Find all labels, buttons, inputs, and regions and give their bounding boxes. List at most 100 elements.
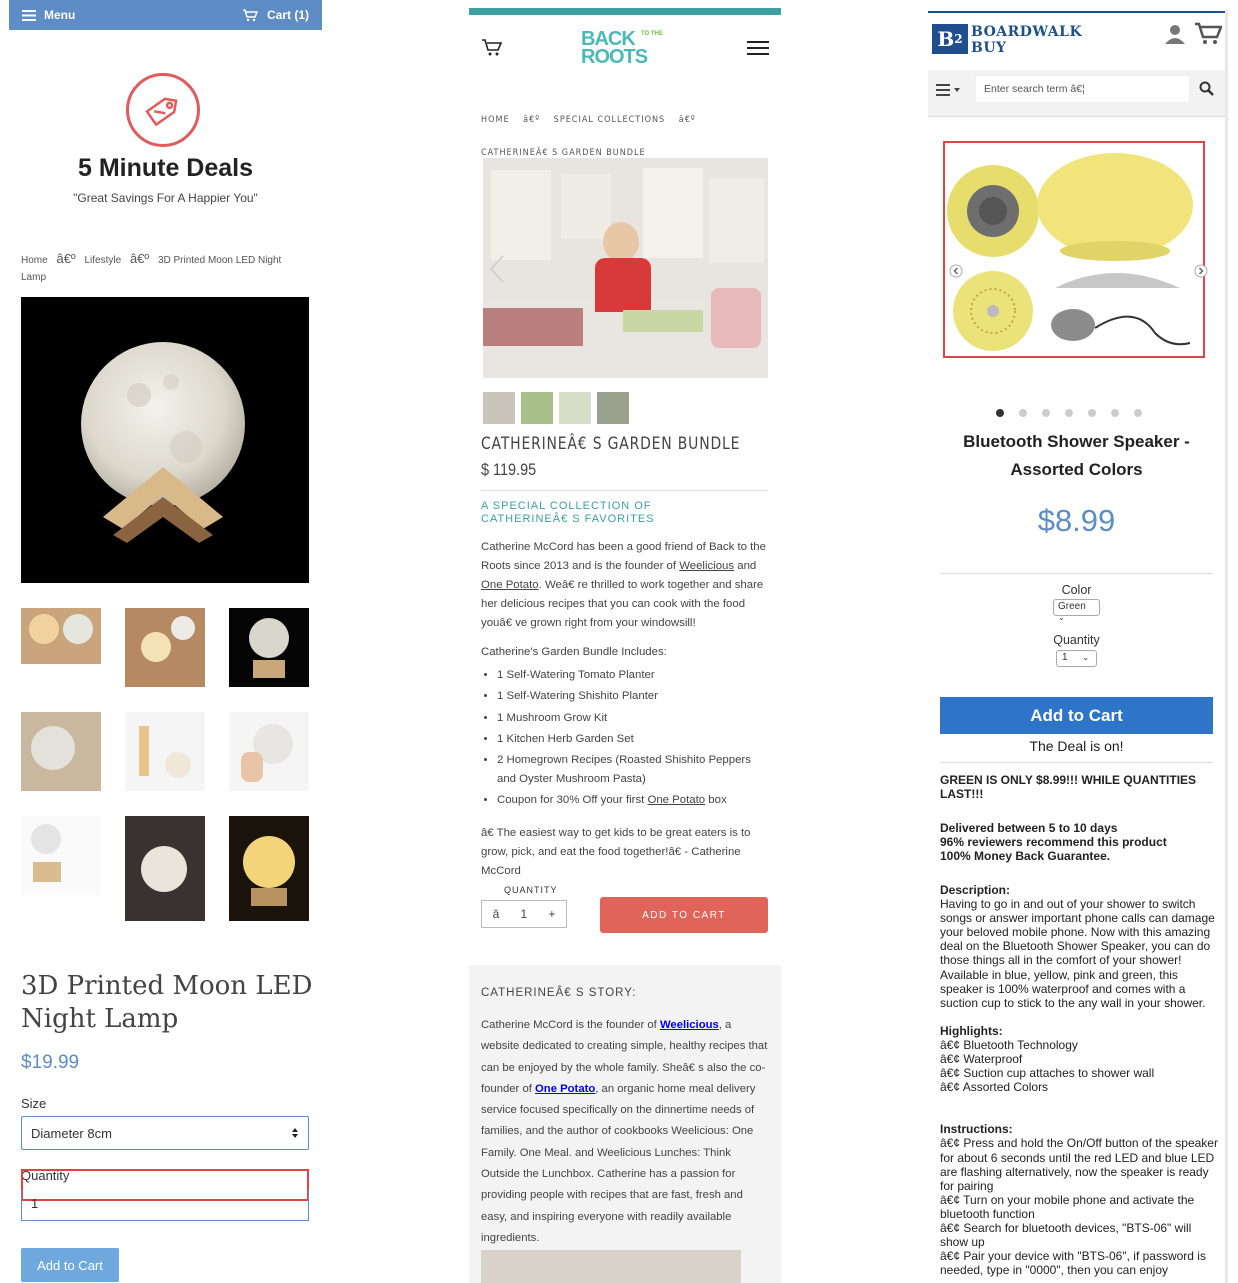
chevron-left-icon[interactable]	[489, 254, 505, 284]
thumbnail-4[interactable]	[21, 712, 101, 791]
thumbnail-1[interactable]	[483, 392, 515, 424]
scroll-edge	[1225, 10, 1228, 1283]
chevron-right-icon[interactable]	[1194, 264, 1208, 278]
search-icon[interactable]	[1199, 81, 1215, 97]
product-details: Description: Having to go in and out of y…	[940, 883, 1222, 1283]
chevron-down-icon: ⌄	[1082, 653, 1090, 662]
list-item: 2 Homegrown Recipes (Roasted Shishito Pe…	[497, 751, 773, 789]
thumbnail-2[interactable]	[125, 608, 205, 687]
carousel-dot[interactable]	[1111, 409, 1119, 417]
includes-heading: Catherine's Garden Bundle Includes:	[481, 646, 667, 658]
back-to-the-roots-panel: BACK TO THE ROOTS HOME â€º SPECIAL COLLE…	[469, 0, 781, 1283]
thumbnail-8[interactable]	[125, 816, 205, 921]
cart-icon[interactable]	[1194, 21, 1222, 45]
store-tagline: "Great Savings For A Happier You"	[73, 191, 258, 205]
size-select[interactable]: Diameter 8cm	[21, 1116, 309, 1150]
add-to-cart-button[interactable]: ADD TO CART	[600, 897, 768, 933]
product-title: 3D Printed Moon LED Night Lamp	[21, 971, 313, 1034]
weelicious-link[interactable]: Weelicious	[679, 560, 734, 572]
menu-button[interactable]: Menu	[22, 8, 75, 22]
quantity-stepper[interactable]: â 1 +	[481, 900, 567, 928]
delivery-info: Delivered between 5 to 10 days 96% revie…	[940, 821, 1167, 863]
search-bar: Enter search term â€¦	[928, 70, 1225, 117]
carousel-dot[interactable]	[996, 409, 1004, 417]
cart-icon[interactable]	[481, 38, 503, 58]
boardwalk-buy-panel: B2 BOARDWALK BUY Enter search term â€¦ B…	[928, 0, 1238, 1283]
breadcrumb-home[interactable]: HOME	[481, 115, 510, 125]
size-label: Size	[21, 1096, 47, 1111]
quantity-decrease[interactable]: â	[493, 907, 500, 921]
quantity-increase[interactable]: +	[548, 907, 555, 921]
search-input[interactable]: Enter search term â€¦	[975, 75, 1190, 103]
product-title: Bluetooth Shower Speaker - Assorted Colo…	[963, 432, 1190, 479]
thumbnail-1[interactable]	[21, 608, 101, 664]
quantity-label: Quantity	[1053, 633, 1100, 647]
story-image	[481, 1250, 741, 1283]
quantity-select[interactable]: 1 ⌄	[1056, 650, 1097, 667]
chevron-down-icon: ⌄	[1058, 613, 1065, 622]
thumbnail-7[interactable]	[21, 816, 101, 895]
carousel-dot[interactable]	[1065, 409, 1073, 417]
menu-label: Menu	[44, 8, 76, 22]
story-heading: CATHERINEÂ€ S STORY:	[481, 987, 637, 999]
logo-roots: ROOTS	[581, 46, 648, 68]
product-image[interactable]	[943, 141, 1205, 358]
carousel-dots	[996, 409, 1142, 417]
thumbnail-3[interactable]	[559, 392, 591, 424]
store-logo[interactable]	[126, 73, 200, 147]
one-potato-link[interactable]: One Potato	[647, 794, 705, 806]
shower-speaker-image	[947, 153, 1193, 351]
hamburger-icon[interactable]	[747, 41, 769, 55]
add-to-cart-button[interactable]: Add to Cart	[940, 697, 1213, 734]
hamburger-icon	[22, 9, 36, 21]
size-value: Diameter 8cm	[31, 1125, 112, 1141]
breadcrumb-lifestyle[interactable]: Lifestyle	[84, 255, 121, 266]
breadcrumb-home[interactable]: Home	[21, 255, 48, 266]
carousel-dot[interactable]	[1019, 409, 1027, 417]
quote: â€ The easiest way to get kids to be gre…	[481, 827, 751, 878]
thumbnail-6[interactable]	[229, 712, 309, 791]
cart-button[interactable]: Cart (1)	[242, 8, 309, 22]
quantity-input[interactable]: 1	[21, 1190, 309, 1221]
quantity-value[interactable]: 1	[520, 907, 527, 921]
thumbnail-3[interactable]	[229, 608, 309, 687]
list-item: 1 Self-Watering Tomato Planter	[497, 666, 773, 685]
carousel-dot[interactable]	[1134, 409, 1142, 417]
thumbnail-5[interactable]	[125, 712, 205, 791]
main-product-image[interactable]	[21, 297, 309, 583]
add-to-cart-button[interactable]: Add to Cart	[21, 1248, 119, 1282]
carousel-dot[interactable]	[1088, 409, 1096, 417]
product-subtitle: A SPECIAL COLLECTION OF CATHERINEÂ€ S FA…	[481, 500, 655, 525]
thumbnail-strip	[483, 392, 629, 424]
cart-icon	[242, 8, 259, 21]
brand-logo[interactable]: B2	[932, 24, 968, 54]
five-minute-deals-panel: Menu Cart (1) 5 Minute Deals "Great Savi…	[9, 0, 322, 1283]
brand-logo[interactable]: BACK TO THE ROOTS	[581, 28, 673, 68]
includes-list: 1 Self-Watering Tomato Planter 1 Self-Wa…	[481, 666, 773, 810]
breadcrumb-current: CATHERINEÂ€ S GARDEN BUNDLE	[481, 148, 646, 158]
price-tag-icon	[145, 97, 178, 127]
one-potato-link[interactable]: One Potato	[481, 579, 539, 591]
carousel-dot[interactable]	[1042, 409, 1050, 417]
list-item: 1 Mushroom Grow Kit	[497, 709, 773, 728]
announcement-bar	[469, 8, 781, 15]
description-section: Description: Having to go in and out of y…	[940, 883, 1215, 1010]
brand-name[interactable]: BOARDWALK BUY	[971, 24, 1082, 56]
chevron-left-icon[interactable]	[949, 264, 963, 278]
thumbnail-4[interactable]	[597, 392, 629, 424]
thumbnail-9[interactable]	[229, 816, 309, 921]
weelicious-link[interactable]: Weelicious	[660, 1019, 719, 1031]
logo-tothe: TO THE	[641, 31, 663, 37]
list-item: 1 Self-Watering Shishito Planter	[497, 687, 773, 706]
menu-dropdown-icon[interactable]	[936, 84, 962, 96]
thumbnail-2[interactable]	[521, 392, 553, 424]
color-select[interactable]: Green ⌄	[1053, 599, 1100, 622]
breadcrumb-collections[interactable]: SPECIAL COLLECTIONS	[554, 115, 666, 125]
store-name[interactable]: 5 Minute Deals	[9, 154, 322, 183]
breadcrumb-separator: â€º	[56, 251, 76, 266]
intro-paragraph: Catherine McCord has been a good friend …	[481, 541, 766, 629]
story-section: CATHERINEÂ€ S STORY: Catherine McCord is…	[469, 965, 781, 1283]
user-icon[interactable]	[1164, 24, 1186, 44]
main-product-image[interactable]	[483, 158, 768, 378]
one-potato-link[interactable]: One Potato	[535, 1083, 595, 1095]
